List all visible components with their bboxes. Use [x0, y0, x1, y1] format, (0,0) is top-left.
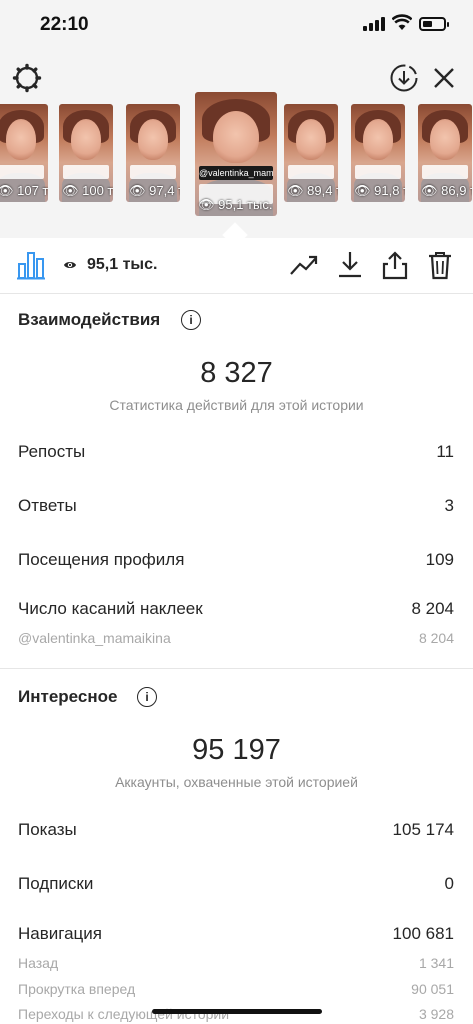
status-bar: 22:10 — [0, 0, 473, 48]
story-thumbnail[interactable]: 👁 100 тыс. — [59, 104, 113, 202]
story-thumbnail[interactable]: 👁 91,8 тыс. — [351, 104, 405, 202]
wifi-icon — [392, 14, 412, 30]
battery-icon — [419, 17, 449, 31]
profile-visits-label: Посещения профиля — [18, 550, 185, 569]
interactions-total: 8 327 — [200, 357, 273, 389]
replies-value: 3 — [444, 496, 454, 515]
story-thumbnail[interactable]: 👁 107 тыс. — [0, 104, 48, 202]
save-story-button[interactable] — [388, 62, 420, 94]
forward-value: 90 051 — [411, 981, 454, 997]
sticker-taps-value: 8 204 — [411, 599, 454, 618]
thumbnail-views: 👁 100 тыс. — [62, 183, 113, 198]
thumbnail-views: 👁 89,4 тыс. — [287, 183, 338, 198]
story-thumbnail-strip: 👁 107 тыс. 👁 100 тыс. 👁 97,4 тыс. @valen… — [0, 92, 473, 216]
next-story-value: 3 928 — [418, 1006, 454, 1022]
story-thumbnail-selected[interactable]: @valentinka_mamaikina 👁 95,1 тыс. — [195, 92, 277, 216]
thumbnail-mention-sticker: @valentinka_mamaikina — [199, 166, 273, 181]
sticker-mention-value: 8 204 — [418, 630, 454, 646]
close-icon — [434, 68, 454, 88]
thumbnail-views: 👁 86,9 тыс. — [421, 183, 472, 198]
trending-up-icon — [290, 255, 318, 275]
discovery-caption: Аккаунты, охваченные этой историей — [115, 774, 358, 790]
download-button[interactable] — [335, 250, 365, 280]
shares-label: Репосты — [18, 442, 86, 461]
close-button[interactable] — [430, 64, 458, 92]
delete-button[interactable] — [425, 250, 455, 280]
interactions-caption: Статистика действий для этой истории — [109, 397, 364, 413]
info-icon[interactable]: i — [181, 310, 201, 330]
back-label: Назад — [18, 955, 59, 971]
reach-count: 95,1 тыс. — [87, 256, 158, 273]
thumbnail-views: 👁 97,4 тыс. — [129, 183, 180, 198]
gear-icon — [12, 63, 42, 93]
shares-value: 11 — [436, 442, 454, 461]
section-divider — [0, 668, 473, 669]
follows-value: 0 — [444, 874, 454, 893]
impressions-value: 105 174 — [392, 820, 454, 839]
story-thumbnail[interactable]: 👁 97,4 тыс. — [126, 104, 180, 202]
share-button[interactable] — [380, 250, 410, 280]
status-time: 22:10 — [40, 14, 89, 35]
home-indicator[interactable] — [152, 1009, 322, 1014]
settings-button[interactable] — [11, 62, 43, 94]
follows-label: Подписки — [18, 874, 94, 893]
story-thumbnail[interactable]: 👁 86,9 тыс. — [418, 104, 472, 202]
discovery-title: Интересное — [18, 687, 118, 706]
navigation-value: 100 681 — [392, 924, 454, 943]
replies-label: Ответы — [18, 496, 77, 515]
back-value: 1 341 — [418, 955, 454, 971]
eye-icon — [64, 262, 76, 268]
download-circle-icon — [390, 64, 418, 92]
thumbnail-views: 👁 91,8 тыс. — [354, 183, 405, 198]
sticker-taps-label: Число касаний наклеек — [18, 599, 203, 618]
story-action-bar: 95,1 тыс. — [0, 238, 473, 294]
forward-label: Прокрутка вперед — [18, 981, 136, 997]
trash-icon — [429, 252, 451, 280]
share-icon — [382, 251, 408, 280]
interactions-title: Взаимодействия — [18, 310, 161, 329]
insights-bar-chart-icon[interactable] — [17, 250, 45, 280]
cellular-signal-icon — [363, 17, 385, 31]
promote-button[interactable] — [289, 250, 319, 280]
thumbnail-views: 👁 107 тыс. — [0, 183, 48, 198]
thumbnail-views: 👁 95,1 тыс. — [198, 197, 273, 212]
profile-visits-value: 109 — [425, 550, 454, 569]
info-icon[interactable]: i — [137, 687, 157, 707]
impressions-label: Показы — [18, 820, 77, 839]
discovery-total: 95 197 — [192, 734, 281, 766]
sticker-mention-label: @valentinka_mamaikina — [18, 630, 171, 646]
story-thumbnail[interactable]: 👁 89,4 тыс. — [284, 104, 338, 202]
navigation-label: Навигация — [18, 924, 102, 943]
download-icon — [339, 252, 361, 278]
